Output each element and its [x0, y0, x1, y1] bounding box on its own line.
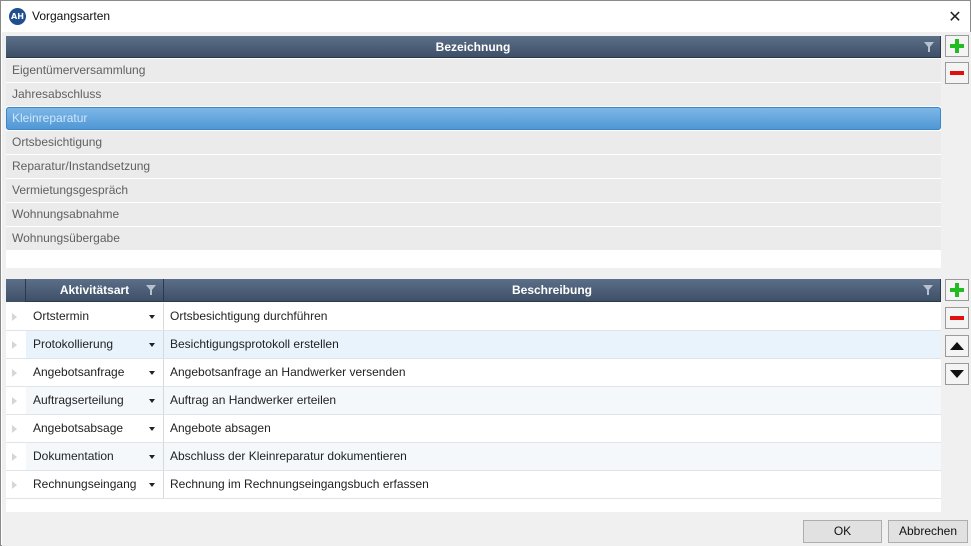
activity-cell[interactable]: Rechnungseingang	[26, 471, 164, 498]
row-header-stub	[6, 279, 26, 302]
ok-button[interactable]: OK	[803, 520, 882, 543]
close-icon: ✕	[948, 7, 962, 26]
add-process-type-button[interactable]	[945, 35, 969, 57]
chevron-down-icon[interactable]	[149, 343, 155, 347]
filter-icon[interactable]	[923, 285, 933, 295]
row-indicator-icon[interactable]	[6, 443, 26, 470]
activity-cell[interactable]: Auftragserteilung	[26, 387, 164, 414]
window-title: Vorgangsarten	[32, 9, 111, 23]
column-header-label: Bezeichnung	[435, 40, 511, 54]
list-item[interactable]: Reparatur/Instandsetzung	[6, 155, 941, 178]
activity-value: Ortstermin	[33, 309, 90, 323]
table-row[interactable]: Angebotsanfrage Angebotsanfrage an Handw…	[6, 359, 941, 387]
activity-value: Angebotsanfrage	[33, 365, 125, 379]
dialog-window: AH Vorgangsarten ✕ Bezeichnung Eigentüme…	[0, 0, 971, 546]
arrow-up-icon	[950, 342, 964, 350]
activity-cell[interactable]: Angebotsanfrage	[26, 359, 164, 386]
dialog-footer: OK Abbrechen	[2, 514, 971, 546]
description-cell[interactable]: Auftrag an Handwerker erteilen	[164, 387, 941, 414]
description-cell[interactable]: Angebotsanfrage an Handwerker versenden	[164, 359, 941, 386]
close-button[interactable]: ✕	[941, 5, 969, 29]
description-cell[interactable]: Ortsbesichtigung durchführen	[164, 303, 941, 330]
chevron-down-icon[interactable]	[149, 399, 155, 403]
arrow-down-icon	[950, 370, 964, 378]
chevron-down-icon[interactable]	[149, 427, 155, 431]
plus-icon	[950, 39, 964, 53]
column-header-beschreibung[interactable]: Beschreibung	[164, 279, 941, 302]
row-indicator-icon[interactable]	[6, 471, 26, 498]
activity-value: Protokollierung	[33, 337, 114, 351]
activity-value: Auftragserteilung	[33, 393, 124, 407]
cancel-button[interactable]: Abbrechen	[888, 520, 968, 543]
dialog-content: Bezeichnung Eigentümerversammlung Jahres…	[2, 32, 971, 514]
list-item[interactable]: Wohnungsabnahme	[6, 203, 941, 226]
chevron-down-icon[interactable]	[149, 483, 155, 487]
list-item[interactable]: Ortsbesichtigung	[6, 131, 941, 154]
filter-icon[interactable]	[146, 285, 156, 295]
app-logo-icon: AH	[9, 8, 26, 25]
description-cell[interactable]: Angebote absagen	[164, 415, 941, 442]
list-item-selected[interactable]: Kleinreparatur	[6, 107, 941, 130]
move-up-button[interactable]	[945, 335, 969, 357]
minus-icon	[950, 316, 964, 320]
activity-grid-header: Aktivitätsart Beschreibung	[6, 279, 941, 302]
table-row[interactable]: Angebotsabsage Angebote absagen	[6, 415, 941, 443]
activity-cell[interactable]: Dokumentation	[26, 443, 164, 470]
add-activity-button[interactable]	[945, 279, 969, 301]
table-row[interactable]: Ortstermin Ortsbesichtigung durchführen	[6, 303, 941, 331]
activity-grid: Aktivitätsart Beschreibung Ortstermin Or…	[6, 279, 941, 512]
list-item[interactable]: Vermietungsgespräch	[6, 179, 941, 202]
row-indicator-icon[interactable]	[6, 387, 26, 414]
process-type-rows: Eigentümerversammlung Jahresabschluss Kl…	[6, 59, 941, 250]
activity-cell[interactable]: Angebotsabsage	[26, 415, 164, 442]
activity-value: Rechnungseingang	[33, 477, 137, 491]
column-header-aktivitaetsart[interactable]: Aktivitätsart	[26, 279, 164, 302]
chevron-down-icon[interactable]	[149, 371, 155, 375]
list-item[interactable]: Wohnungsübergabe	[6, 227, 941, 250]
table-row[interactable]: Dokumentation Abschluss der Kleinreparat…	[6, 443, 941, 471]
row-indicator-icon[interactable]	[6, 303, 26, 330]
row-indicator-icon[interactable]	[6, 331, 26, 358]
activity-value: Angebotsabsage	[33, 421, 124, 435]
list-item[interactable]: Eigentümerversammlung	[6, 59, 941, 82]
chevron-down-icon[interactable]	[149, 455, 155, 459]
column-header-bezeichnung[interactable]: Bezeichnung	[6, 36, 941, 58]
table-row[interactable]: Rechnungseingang Rechnung im Rechnungsei…	[6, 471, 941, 499]
remove-process-type-button[interactable]	[945, 62, 969, 84]
activity-cell[interactable]: Ortstermin	[26, 303, 164, 330]
description-cell[interactable]: Besichtigungsprotokoll erstellen	[164, 331, 941, 358]
move-down-button[interactable]	[945, 363, 969, 385]
plus-icon	[950, 283, 964, 297]
description-cell[interactable]: Rechnung im Rechnungseingangsbuch erfass…	[164, 471, 941, 498]
column-header-label: Beschreibung	[511, 283, 592, 297]
minus-icon	[950, 71, 964, 75]
remove-activity-button[interactable]	[945, 307, 969, 329]
row-indicator-icon[interactable]	[6, 359, 26, 386]
process-type-grid: Bezeichnung Eigentümerversammlung Jahres…	[6, 36, 941, 268]
chevron-down-icon[interactable]	[149, 315, 155, 319]
activity-cell[interactable]: Protokollierung	[26, 331, 164, 358]
row-indicator-icon[interactable]	[6, 415, 26, 442]
activity-value: Dokumentation	[33, 449, 114, 463]
filter-icon[interactable]	[924, 42, 934, 52]
column-header-label: Aktivitätsart	[59, 283, 130, 297]
list-item[interactable]: Jahresabschluss	[6, 83, 941, 106]
title-bar: AH Vorgangsarten ✕	[1, 1, 970, 32]
table-row-selected[interactable]: Protokollierung Besichtigungsprotokoll e…	[6, 331, 941, 359]
table-row[interactable]: Auftragserteilung Auftrag an Handwerker …	[6, 387, 941, 415]
description-cell[interactable]: Abschluss der Kleinreparatur dokumentier…	[164, 443, 941, 470]
